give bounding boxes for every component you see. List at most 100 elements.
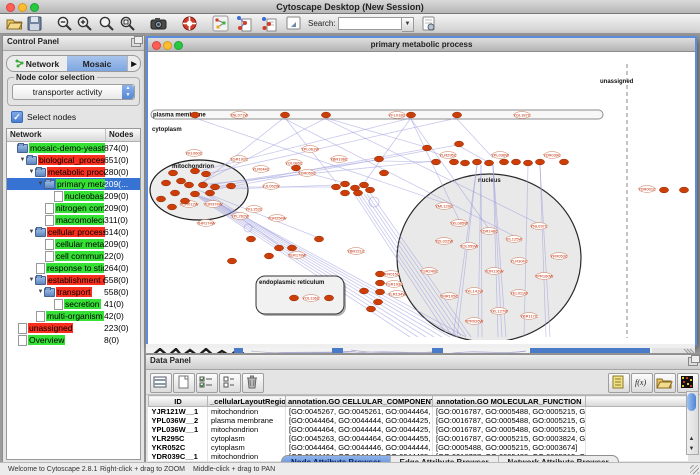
snapshot-camera-icon[interactable] xyxy=(150,15,167,32)
tree-row[interactable]: ▼establishment of lo558(0) xyxy=(7,274,140,286)
tab-overflow-arrow[interactable]: ▶ xyxy=(127,56,140,71)
selected-gene-node[interactable] xyxy=(168,170,177,176)
table-cell[interactable]: mitochondrion xyxy=(208,407,286,417)
import-table-icon[interactable] xyxy=(261,15,278,32)
selected-gene-node[interactable] xyxy=(359,288,368,294)
table-cell[interactable]: [GO:0016787, GO:0005488, GO:0005215, G..… xyxy=(433,425,586,434)
table-cell[interactable]: YKR052C xyxy=(149,443,208,452)
tree-row[interactable]: nucleobase-209(0) xyxy=(7,190,140,202)
attribute-notes-button[interactable] xyxy=(608,373,630,393)
table-cell[interactable]: cytoplasm xyxy=(208,434,286,443)
attribute-matrix-button[interactable] xyxy=(677,373,699,393)
table-cell[interactable]: YPL036W__1 xyxy=(149,425,208,434)
import-network-icon[interactable] xyxy=(236,15,253,32)
selected-gene-node[interactable] xyxy=(205,190,214,196)
table-cell[interactable]: [GO:0045267, GO:0045261, GO:0044464, G..… xyxy=(286,407,433,417)
selected-gene-node[interactable] xyxy=(359,182,368,188)
tree-row[interactable]: nitrogen compo209(0) xyxy=(7,202,140,214)
selected-gene-node[interactable] xyxy=(340,190,349,196)
table-cell[interactable] xyxy=(586,434,689,443)
attribute-column-header[interactable] xyxy=(586,396,689,407)
selected-gene-node[interactable] xyxy=(406,112,415,118)
selected-gene-node[interactable] xyxy=(264,253,273,259)
selected-gene-node[interactable] xyxy=(190,191,199,197)
table-cell[interactable]: [GO:0005488, GO:0005215, GO:0003674] xyxy=(433,443,586,452)
tree-row[interactable]: multi-organism pro42(0) xyxy=(7,310,140,322)
selected-gene-node[interactable] xyxy=(353,190,362,196)
import-attributes-button[interactable] xyxy=(654,373,676,393)
selected-gene-node[interactable] xyxy=(375,289,384,295)
disclosure-triangle-icon[interactable]: ▼ xyxy=(28,277,35,283)
selected-gene-node[interactable] xyxy=(366,306,375,312)
tree-row[interactable]: secretion41(0) xyxy=(7,298,140,310)
table-row[interactable]: YPL036W__2plasma membrane[GO:0044464, GO… xyxy=(149,416,689,425)
select-attributes-button[interactable] xyxy=(196,373,218,393)
network-graph[interactable]: plasma membranecytoplasmmitochondrionnuc… xyxy=(148,52,691,340)
selected-gene-node[interactable] xyxy=(170,190,179,196)
network-canvas[interactable]: plasma membranecytoplasmmitochondrionnuc… xyxy=(148,52,691,340)
float-panel-icon[interactable] xyxy=(131,38,141,47)
attribute-column-header[interactable]: annotation.GO CELLULAR_COMPONENT xyxy=(286,396,433,407)
selected-gene-node[interactable] xyxy=(156,196,165,202)
table-cell[interactable]: mitochondrion xyxy=(208,452,286,461)
tab-mosaic[interactable]: Mosaic xyxy=(67,56,127,71)
selected-gene-node[interactable] xyxy=(375,280,384,286)
disclosure-triangle-icon[interactable]: ▼ xyxy=(37,181,44,187)
attribute-table-button[interactable] xyxy=(150,373,172,393)
resize-grip[interactable] xyxy=(690,465,699,474)
selected-gene-node[interactable] xyxy=(167,204,176,210)
table-cell[interactable] xyxy=(586,425,689,434)
table-cell[interactable] xyxy=(586,407,689,417)
selected-gene-node[interactable] xyxy=(460,160,469,166)
tab-network[interactable]: Network xyxy=(7,56,67,71)
selected-gene-node[interactable] xyxy=(499,159,508,165)
selected-gene-node[interactable] xyxy=(198,182,207,188)
table-row[interactable]: YKR052Ccytoplasm[GO:0044464, GO:0044446,… xyxy=(149,443,689,452)
scroll-down-arrow[interactable]: ▼ xyxy=(687,445,696,454)
selected-gene-node[interactable] xyxy=(180,198,189,204)
table-row[interactable]: YJR121W__1mitochondrion[GO:0045267, GO:0… xyxy=(149,407,689,417)
selected-gene-node[interactable] xyxy=(659,187,668,193)
table-cell[interactable]: cytoplasm xyxy=(208,443,286,452)
selected-gene-node[interactable] xyxy=(246,236,255,242)
save-icon[interactable] xyxy=(26,15,43,32)
selected-gene-node[interactable] xyxy=(176,178,185,184)
table-scrollbar-thumb[interactable] xyxy=(687,393,696,411)
network-window-titlebar[interactable]: primary metabolic process xyxy=(148,38,695,52)
selected-gene-node[interactable] xyxy=(280,112,289,118)
tree-row[interactable]: ▼biological_process651(0) xyxy=(7,154,140,166)
zoom-out-icon[interactable] xyxy=(56,15,73,32)
tree-row[interactable]: unassigned223(0) xyxy=(7,322,140,334)
new-attribute-button[interactable] xyxy=(173,373,195,393)
disclosure-triangle-icon[interactable]: ▼ xyxy=(28,229,35,235)
tree-row[interactable]: ▼cellular process614(0) xyxy=(7,226,140,238)
selected-gene-node[interactable] xyxy=(226,183,235,189)
disclosure-triangle-icon[interactable]: ▼ xyxy=(28,169,35,175)
tree-row[interactable]: mosaic-demo-yeast874(0) xyxy=(7,142,140,154)
selected-gene-node[interactable] xyxy=(472,159,481,165)
selected-gene-node[interactable] xyxy=(374,156,383,162)
selected-gene-node[interactable] xyxy=(287,245,296,251)
search-dropdown-arrow[interactable]: ▼ xyxy=(402,17,414,32)
table-cell[interactable]: YJR121W__1 xyxy=(149,407,208,417)
selected-gene-node[interactable] xyxy=(449,159,458,165)
selected-gene-node[interactable] xyxy=(523,160,532,166)
table-cell[interactable]: plasma membrane xyxy=(208,416,286,425)
help-ring-icon[interactable] xyxy=(181,15,198,32)
selected-gene-node[interactable] xyxy=(324,295,333,301)
tree-row[interactable]: cellular metabo209(0) xyxy=(7,238,140,250)
attribute-column-header[interactable]: ID xyxy=(149,396,208,407)
selected-gene-node[interactable] xyxy=(559,159,568,165)
table-cell[interactable]: [GO:0016787, GO:0005215, GO:0003824, G..… xyxy=(433,434,586,443)
selected-gene-node[interactable] xyxy=(184,182,193,188)
selected-gene-node[interactable] xyxy=(227,258,236,264)
table-cell[interactable]: mitochondrion xyxy=(208,425,286,434)
selected-gene-node[interactable] xyxy=(379,170,388,176)
zoom-in-icon[interactable] xyxy=(76,15,93,32)
scroll-up-arrow[interactable]: ▲ xyxy=(687,435,696,444)
selected-gene-node[interactable] xyxy=(274,245,283,251)
attribute-column-header[interactable]: annotation.GO MOLECULAR_FUNCTION xyxy=(433,396,586,407)
zoom-selected-icon[interactable] xyxy=(98,15,115,32)
table-cell[interactable] xyxy=(586,443,689,452)
annotation-icon[interactable] xyxy=(285,15,302,32)
